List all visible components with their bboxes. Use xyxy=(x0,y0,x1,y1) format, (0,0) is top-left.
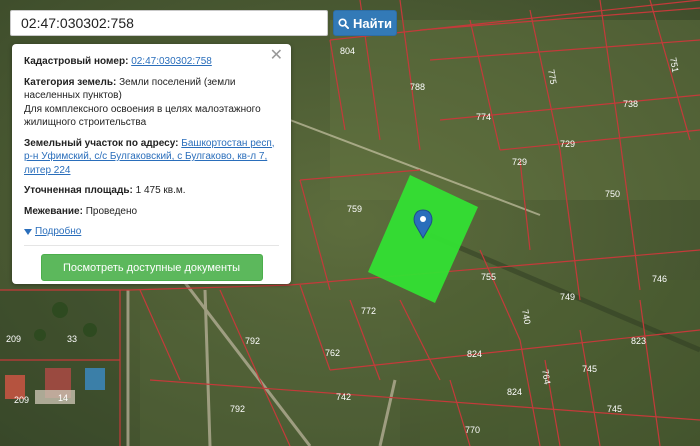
details-label: Подробно xyxy=(35,226,82,237)
parcel-label: 792 xyxy=(230,404,245,414)
cadastral-label: Кадастровый номер: xyxy=(24,56,129,67)
parcel-label: 750 xyxy=(605,189,620,199)
parcel-label: 824 xyxy=(467,349,482,359)
survey-value: Проведено xyxy=(85,205,138,217)
survey-row: Межевание: Проведено xyxy=(24,205,279,219)
parcel-label: 209 xyxy=(14,395,29,405)
details-toggle[interactable]: Подробно xyxy=(24,225,81,239)
area-label: Уточненная площадь: xyxy=(24,185,133,196)
parcel-label: 804 xyxy=(340,46,355,56)
parcel-label: 774 xyxy=(476,112,491,122)
parcel-label: 770 xyxy=(465,425,480,435)
close-icon[interactable]: ✕ xyxy=(270,48,283,64)
search-input[interactable] xyxy=(10,10,328,36)
search-button[interactable]: Найти xyxy=(333,10,397,36)
category-label: Категория земель: xyxy=(24,76,117,88)
parcel-label: 738 xyxy=(623,99,638,109)
area-row: Уточненная площадь: 1 475 кв.м. xyxy=(24,184,279,198)
area-value: 1 475 кв.м. xyxy=(135,185,186,196)
parcel-label: 823 xyxy=(631,336,646,346)
parcel-info-popup: ✕ Кадастровый номер: 02:47:030302:758 Ка… xyxy=(12,44,291,284)
parcel-label: 762 xyxy=(325,348,340,358)
address-label: Земельный участок по адресу: xyxy=(24,137,179,149)
parcel-label: 792 xyxy=(245,336,260,346)
search-button-label: Найти xyxy=(353,15,392,31)
parcel-label: 745 xyxy=(582,364,597,374)
parcel-label: 14 xyxy=(58,393,68,403)
parcel-label: 742 xyxy=(336,392,351,402)
parcel-label: 788 xyxy=(410,82,425,92)
parcel-label: 209 xyxy=(6,334,21,344)
parcel-label: 746 xyxy=(652,274,667,284)
cadastral-link[interactable]: 02:47:030302:758 xyxy=(131,56,212,67)
parcel-label: 749 xyxy=(560,292,575,302)
search-icon xyxy=(338,17,350,29)
divider xyxy=(24,245,279,247)
parcel-label: 729 xyxy=(560,139,575,149)
chevron-down-icon xyxy=(24,228,32,235)
parcel-label: 759 xyxy=(347,204,362,214)
parcel-label: 729 xyxy=(512,157,527,167)
parcel-label: 755 xyxy=(481,272,496,282)
parcel-label: 33 xyxy=(67,334,77,344)
category-row: Категория земель: Земли поселений (земли… xyxy=(24,76,279,130)
parcel-label: 745 xyxy=(607,404,622,414)
address-row: Земельный участок по адресу: Башкортоста… xyxy=(24,137,279,178)
cadastral-row: Кадастровый номер: 02:47:030302:758 xyxy=(24,55,279,69)
view-documents-button[interactable]: Посмотреть доступные документы xyxy=(40,254,263,282)
survey-label: Межевание: xyxy=(24,205,83,217)
parcel-label: 772 xyxy=(361,306,376,316)
usage-value: Для комплексного освоения в целях малоэт… xyxy=(24,103,261,129)
parcel-label: 824 xyxy=(507,387,522,397)
